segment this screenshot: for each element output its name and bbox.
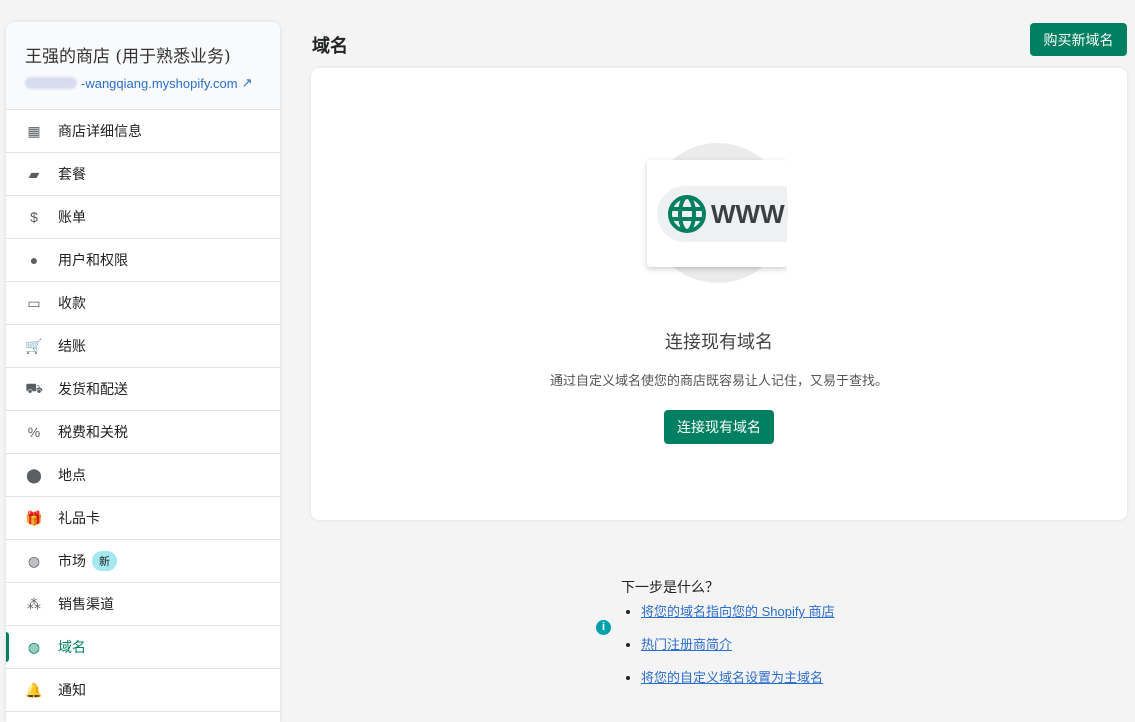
list-item: 将您的自定义域名设置为主域名 xyxy=(641,667,835,686)
sidebar-item[interactable]: 🎁 礼品卡 xyxy=(6,497,280,540)
store-header: 王强的商店 (用于熟悉业务) -wangqiang.myshopify.com ↗ xyxy=(6,22,280,110)
next-steps: i 下一步是什么？ 将您的域名指向您的 Shopify 商店 热门注册商简介 将… xyxy=(596,577,835,700)
sidebar-item-label: 收款 xyxy=(58,295,86,311)
sidebar-item[interactable]: 🔔 通知 xyxy=(6,669,280,712)
list-item: 将您的域名指向您的 Shopify 商店 xyxy=(641,601,835,620)
domain-globe-icon: ◍ xyxy=(27,638,41,655)
sidebar-item-label: 发货和配送 xyxy=(58,381,128,397)
globe-icon: ◍ xyxy=(27,552,41,569)
sidebar-item[interactable]: ◍ 域名 xyxy=(6,626,280,669)
help-link[interactable]: 将您的自定义域名设置为主域名 xyxy=(641,670,823,685)
tax-icon: % xyxy=(27,424,41,440)
sidebar-item[interactable]: % 税费和关税 xyxy=(6,411,280,454)
sidebar-item[interactable]: 🛒 结账 xyxy=(6,325,280,368)
sidebar-item-label: 域名 xyxy=(58,639,86,655)
user-icon: ● xyxy=(29,252,39,268)
info-icon: i xyxy=(596,620,611,635)
sidebar-item[interactable]: $ 账单 xyxy=(6,196,280,239)
sidebar-item[interactable]: ▭ 收款 xyxy=(6,282,280,325)
connect-domain-button[interactable]: 连接现有域名 xyxy=(664,410,774,444)
sidebar-item-label: 商店详细信息 xyxy=(58,123,142,139)
payment-card-icon: ▭ xyxy=(27,294,41,311)
store-url-link[interactable]: -wangqiang.myshopify.com ↗ xyxy=(25,75,280,91)
sidebar-item[interactable]: ◍ 市场新 xyxy=(6,540,280,583)
sidebar-item-label: 销售渠道 xyxy=(58,596,114,612)
settings-sidebar: 王强的商店 (用于熟悉业务) -wangqiang.myshopify.com ↗… xyxy=(6,22,280,722)
sidebar-item-label: 税费和关税 xyxy=(58,424,128,440)
receipt-icon: $ xyxy=(30,209,38,225)
truck-icon: ⛟ xyxy=(25,379,43,396)
next-heading: 下一步是什么？ xyxy=(621,579,719,595)
store-url[interactable]: -wangqiang.myshopify.com xyxy=(81,76,238,91)
www-illustration: WWW xyxy=(647,160,787,267)
sidebar-item-label: 套餐 xyxy=(58,166,86,182)
globe-icon xyxy=(668,195,706,233)
channels-icon: ⁂ xyxy=(27,595,41,612)
store-name: 王强的商店 (用于熟悉业务) xyxy=(25,47,231,67)
wallet-icon: ▰ xyxy=(28,165,40,182)
sidebar-item-label: 结账 xyxy=(58,338,86,354)
sidebar-item[interactable]: ● 用户和权限 xyxy=(6,239,280,282)
external-link-icon: ↗ xyxy=(241,75,253,90)
help-link[interactable]: 热门注册商简介 xyxy=(641,637,732,652)
location-icon: ⬤ xyxy=(26,466,42,483)
sidebar-item[interactable]: ▰ 套餐 xyxy=(6,153,280,196)
sidebar-item[interactable]: ⛟ 发货和配送 xyxy=(6,368,280,411)
help-link[interactable]: 将您的域名指向您的 Shopify 商店 xyxy=(641,604,835,619)
gift-icon: 🎁 xyxy=(25,509,43,526)
cart-icon: 🛒 xyxy=(25,337,43,354)
sidebar-item-label: 用户和权限 xyxy=(58,252,128,268)
bell-icon: 🔔 xyxy=(25,681,43,698)
sidebar-item[interactable]: ⬤ 地点 xyxy=(6,454,280,497)
redacted-text xyxy=(25,77,77,89)
list-item: 热门注册商简介 xyxy=(641,634,835,653)
card-description: 通过自定义域名使您的商店既容易让人记住，又易于查找。 xyxy=(549,373,888,388)
sidebar-item-label: 账单 xyxy=(58,209,86,225)
sidebar-item[interactable]: ⁂ 销售渠道 xyxy=(6,583,280,626)
card-title: 连接现有域名 xyxy=(665,332,773,353)
www-text: WWW xyxy=(711,198,785,229)
connect-domain-card: WWW 连接现有域名 通过自定义域名使您的商店既容易让人记住，又易于查找。 连接… xyxy=(311,68,1127,520)
sidebar-item[interactable]: ▦ 商店详细信息 xyxy=(6,110,280,153)
sidebar-item-label: 礼品卡 xyxy=(58,510,100,526)
sidebar-item-label: 地点 xyxy=(58,467,86,483)
sidebar-item-label: 通知 xyxy=(58,682,86,698)
page-title: 域名 xyxy=(312,36,348,57)
new-badge: 新 xyxy=(92,551,117,571)
buy-domain-button[interactable]: 购买新域名 xyxy=(1030,23,1127,56)
store-icon: ▦ xyxy=(27,122,41,139)
sidebar-item-label: 市场 xyxy=(58,553,86,569)
